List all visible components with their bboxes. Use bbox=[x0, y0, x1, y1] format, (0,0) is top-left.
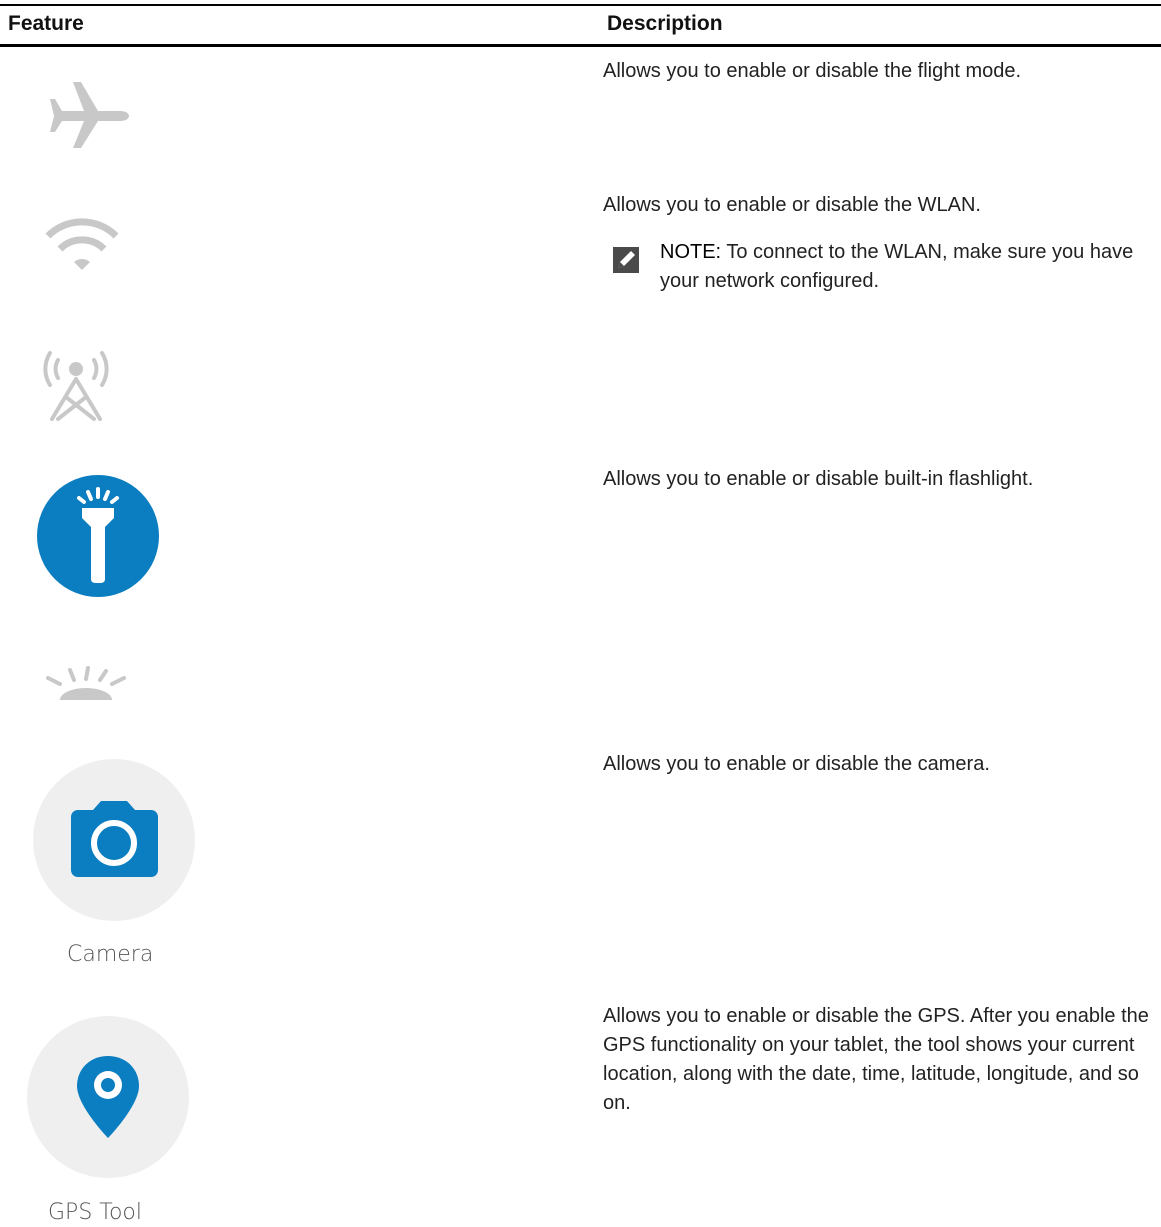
description-wlan: Allows you to enable or disable the WLAN… bbox=[603, 194, 981, 216]
description-flight-mode: Allows you to enable or disable the flig… bbox=[603, 60, 1022, 82]
table-header-rule bbox=[0, 44, 1161, 47]
column-header-feature: Feature bbox=[8, 12, 84, 35]
description-camera: Allows you to enable or disable the came… bbox=[603, 753, 990, 775]
note-wlan: NOTE: To connect to the WLAN, make sure … bbox=[660, 238, 1155, 296]
description-flashlight: Allows you to enable or disable built-in… bbox=[603, 468, 1034, 490]
cellular-tower-icon bbox=[43, 351, 109, 421]
caption-gps-tool: GPS Tool bbox=[48, 1200, 143, 1225]
airplane-icon bbox=[50, 82, 129, 148]
brightness-icon bbox=[46, 666, 126, 700]
description-gps: Allows you to enable or disable the GPS.… bbox=[603, 1005, 1149, 1114]
column-header-description: Description bbox=[607, 12, 723, 35]
flashlight-icon bbox=[37, 475, 159, 597]
caption-camera: Camera bbox=[67, 942, 154, 967]
location-pin-icon bbox=[27, 1016, 189, 1178]
note-label: NOTE: bbox=[660, 241, 722, 263]
pencil-note-icon bbox=[613, 247, 639, 273]
camera-icon bbox=[33, 759, 195, 921]
table-top-rule bbox=[0, 4, 1161, 6]
note-text: To connect to the WLAN, make sure you ha… bbox=[660, 241, 1134, 292]
wifi-icon bbox=[45, 218, 119, 270]
